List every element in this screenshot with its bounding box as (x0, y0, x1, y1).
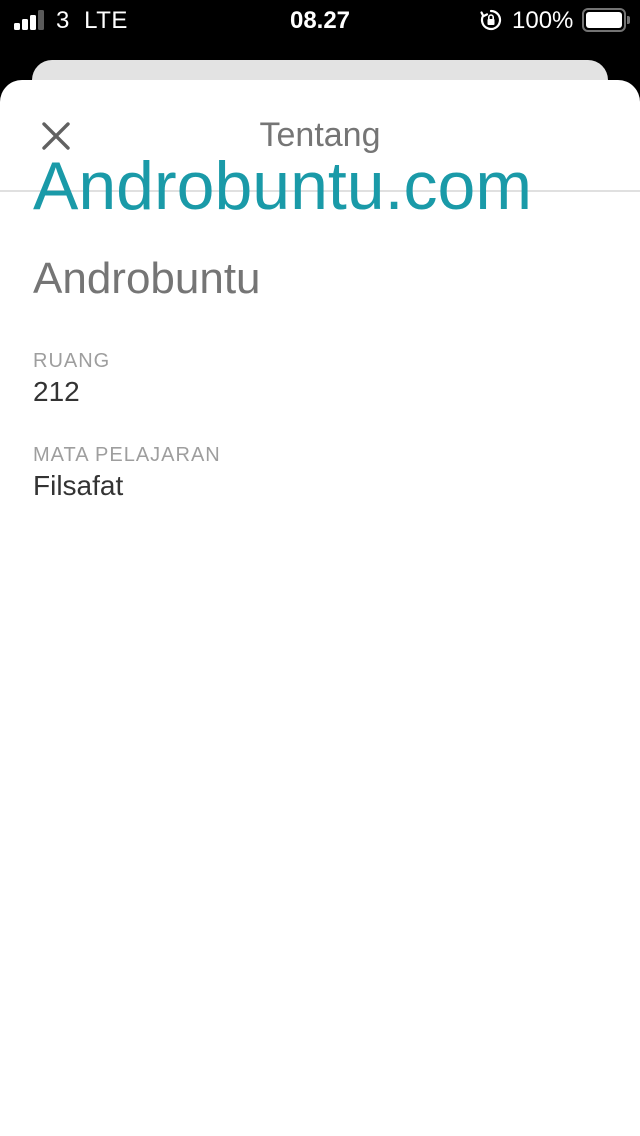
status-bar: 3 LTE 08.27 100% (0, 0, 640, 40)
class-section: Androbuntu (33, 254, 261, 303)
room-label: RUANG (33, 350, 111, 372)
rotation-lock-icon (480, 9, 502, 31)
subject-label: MATA PELAJARAN (33, 444, 221, 466)
subject-value: Filsafat (33, 470, 124, 501)
room-value: 212 (33, 376, 80, 407)
battery-percentage: 100% (512, 7, 574, 34)
about-sheet: Tentang (0, 80, 640, 1136)
battery-icon (582, 8, 630, 32)
class-name: Androbuntu.com (33, 148, 532, 224)
